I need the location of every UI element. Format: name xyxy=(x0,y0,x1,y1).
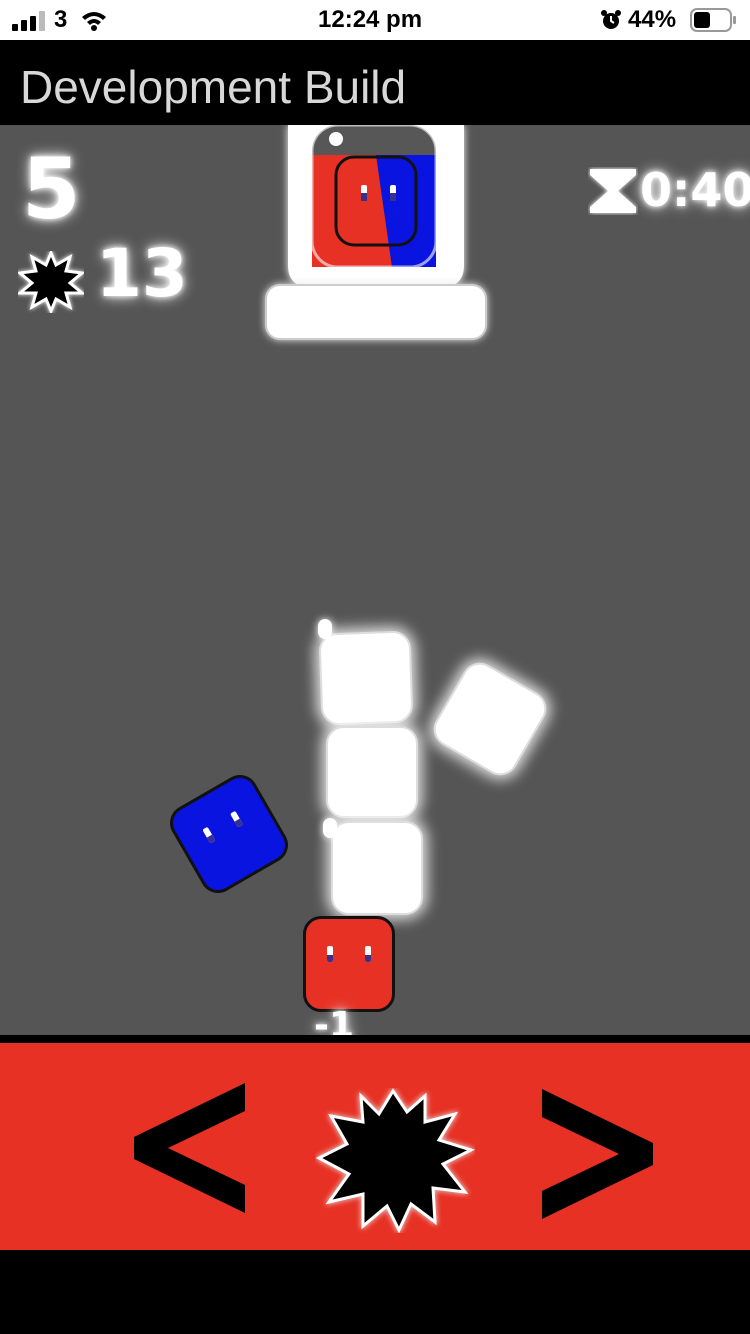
character-eye xyxy=(202,826,216,844)
carrier-label: 3 xyxy=(54,6,68,33)
status-bar: 3 12:24 pm 44% xyxy=(0,0,750,40)
character-eye xyxy=(365,946,371,962)
white-block xyxy=(326,726,418,818)
battery-icon xyxy=(690,8,736,32)
white-block xyxy=(318,630,414,726)
dev-build-bar: Development Build xyxy=(0,40,750,125)
white-block xyxy=(331,821,423,915)
goal-capsule xyxy=(265,125,487,340)
bomb-count-icon xyxy=(18,251,84,313)
chevron-right-icon[interactable] xyxy=(538,1089,658,1219)
white-block xyxy=(427,656,553,782)
alarm-icon xyxy=(601,10,621,29)
battery-percent: 44% xyxy=(628,6,677,33)
blue-character xyxy=(163,768,295,900)
bottom-bar xyxy=(0,1250,750,1334)
controls-panel xyxy=(0,1035,750,1250)
score-popup: -1 xyxy=(314,1005,354,1035)
red-player-character xyxy=(303,916,395,1012)
clock-time: 12:24 pm xyxy=(318,6,423,33)
wifi-icon xyxy=(82,12,106,31)
bomb-burst-icon[interactable] xyxy=(315,1088,475,1233)
character-eye xyxy=(230,810,244,828)
signal-icon xyxy=(12,11,45,31)
sparkle xyxy=(323,818,337,838)
character-eye xyxy=(327,946,333,962)
timer-value: 0:40 xyxy=(640,163,750,217)
dev-build-title: Development Build xyxy=(20,61,407,113)
game-playfield[interactable]: 5 13 0:40 -1 xyxy=(0,125,750,1035)
bomb-count-value: 13 xyxy=(96,235,188,312)
sparkle xyxy=(318,619,332,639)
chevron-left-icon[interactable] xyxy=(130,1083,250,1213)
score-value: 5 xyxy=(22,140,81,238)
hourglass-icon xyxy=(590,169,636,213)
